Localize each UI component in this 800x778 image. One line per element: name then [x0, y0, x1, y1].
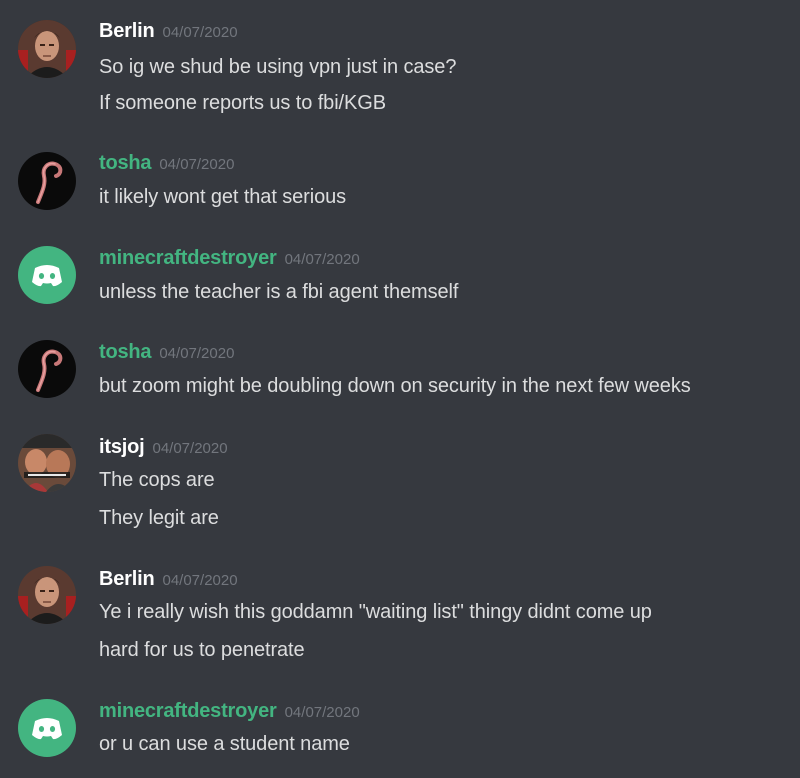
message-text: unless the teacher is a fbi agent themse… [99, 281, 459, 303]
worm-avatar-icon [18, 340, 76, 398]
worm-avatar-icon [18, 152, 76, 210]
man-portrait-avatar-icon [18, 20, 76, 78]
username[interactable]: Berlin [99, 568, 155, 590]
username[interactable]: itsjoj [99, 436, 145, 458]
avatar[interactable] [18, 340, 76, 398]
message-text: but zoom might be doubling down on secur… [99, 375, 691, 397]
username[interactable]: minecraftdestroyer [99, 247, 277, 269]
chat-window: { "colors": { "background": "#36393f", "… [0, 0, 800, 778]
avatar[interactable] [18, 152, 76, 210]
message-text: or u can use a student name [99, 733, 350, 755]
username[interactable]: Berlin [99, 20, 155, 42]
message-header: tosha 04/07/2020 [99, 152, 234, 178]
timestamp: 04/07/2020 [162, 572, 238, 589]
avatar[interactable] [18, 566, 76, 624]
message-header: Berlin 04/07/2020 [99, 20, 238, 46]
message-text: So ig we shud be using vpn just in case? [99, 56, 457, 78]
timestamp: 04/07/2020 [159, 345, 235, 362]
avatar[interactable] [18, 246, 76, 304]
message-text: They legit are [99, 507, 219, 529]
message-header: minecraftdestroyer 04/07/2020 [99, 247, 360, 273]
message-header: itsjoj 04/07/2020 [99, 436, 228, 462]
message-text: Ye i really wish this goddamn "waiting l… [99, 601, 652, 623]
message-header: tosha 04/07/2020 [99, 341, 234, 367]
timestamp: 04/07/2020 [162, 24, 238, 41]
message-text: it likely wont get that serious [99, 186, 347, 208]
discord-default-avatar-icon [18, 699, 76, 757]
message-header: minecraftdestroyer 04/07/2020 [99, 700, 360, 726]
username[interactable]: tosha [99, 341, 152, 363]
timestamp: 04/07/2020 [159, 156, 235, 173]
avatar[interactable] [18, 699, 76, 757]
message-text: The cops are [99, 469, 215, 491]
username[interactable]: tosha [99, 152, 152, 174]
timestamp: 04/07/2020 [284, 704, 360, 721]
man-portrait-avatar-icon [18, 566, 76, 624]
message-header: Berlin 04/07/2020 [99, 568, 238, 594]
timestamp: 04/07/2020 [152, 440, 228, 457]
username[interactable]: minecraftdestroyer [99, 700, 277, 722]
avatar[interactable] [18, 434, 76, 492]
timestamp: 04/07/2020 [284, 251, 360, 268]
avatar[interactable] [18, 20, 76, 78]
discord-default-avatar-icon [18, 246, 76, 304]
message-text: If someone reports us to fbi/KGB [99, 92, 386, 114]
meme-photo-avatar-icon [18, 434, 76, 492]
message-text: hard for us to penetrate [99, 639, 305, 661]
